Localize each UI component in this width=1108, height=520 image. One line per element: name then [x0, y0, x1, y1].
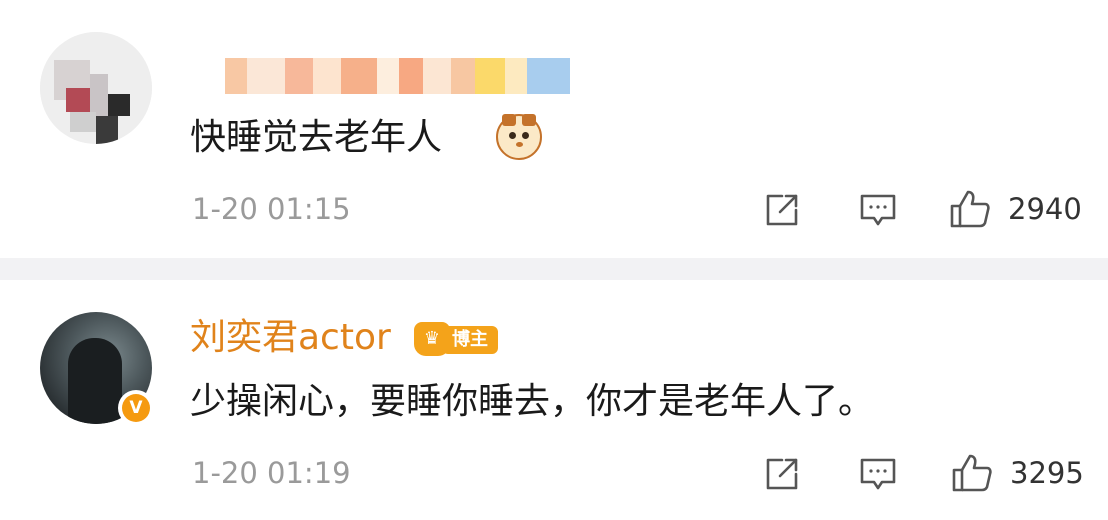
like-count: 2940	[1008, 192, 1082, 226]
comment-timestamp: 1-20 01:19	[192, 456, 351, 490]
share-icon	[766, 194, 798, 226]
thumbs-up-icon	[950, 190, 990, 228]
blurred-username[interactable]	[225, 58, 570, 94]
verified-badge: V	[118, 390, 154, 426]
thumbs-up-icon	[952, 454, 992, 492]
username[interactable]: 刘奕君actor	[190, 316, 391, 360]
like-button[interactable]	[950, 450, 994, 494]
comment-timestamp: 1-20 01:15	[192, 192, 351, 226]
comment-text: 少操闲心，要睡你睡去，你才是老年人了。	[190, 381, 875, 422]
verified-icon: V	[122, 394, 150, 422]
comment-text: 快睡觉去老年人	[190, 117, 443, 158]
divider	[0, 258, 1108, 280]
blogger-badge: ♛ 博主	[414, 320, 498, 356]
like-button[interactable]	[948, 186, 992, 230]
like-count: 3295	[1010, 456, 1084, 490]
share-button[interactable]	[760, 452, 804, 496]
comment-icon	[860, 458, 896, 490]
cat-face-icon	[496, 114, 542, 160]
badge-label: 博主	[442, 326, 498, 354]
avatar[interactable]	[40, 32, 152, 144]
comment-item: 快睡觉去老年人 1-20 01:15 2940	[0, 0, 1108, 258]
comment-button[interactable]	[856, 188, 900, 232]
comment-button[interactable]	[856, 452, 900, 496]
share-icon	[766, 458, 798, 490]
comment-icon	[860, 194, 896, 226]
share-button[interactable]	[760, 188, 804, 232]
